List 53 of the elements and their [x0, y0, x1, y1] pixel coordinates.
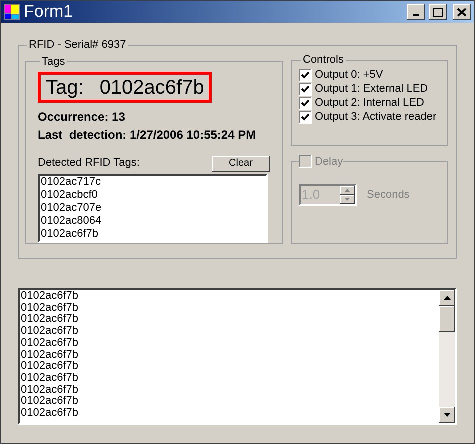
log-line: 0102ac6f7b [21, 338, 80, 350]
log-line: 0102ac6f7b [21, 350, 80, 361]
list-item[interactable]: 0102acbcf0 [41, 188, 265, 202]
minimize-icon [413, 14, 419, 16]
list-item[interactable]: 0102ac6f7b [41, 228, 265, 240]
log-line: 0102ac6f7b [21, 384, 80, 396]
log-line: 0102ac6f7b [21, 408, 80, 420]
group-title: Controls [302, 54, 345, 66]
occurrence-text: Occurrence: 13 [38, 109, 126, 126]
down-arrow-icon [345, 198, 350, 201]
up-arrow-icon [444, 296, 450, 300]
log-line: 0102ac6f7b [21, 326, 80, 338]
log-line: 0102ac6f7b [21, 314, 80, 326]
clear-button[interactable]: Clear [212, 156, 270, 172]
app-icon [4, 4, 20, 20]
maximize-button[interactable] [429, 4, 447, 20]
log-line: 0102ac6f7b [21, 291, 80, 303]
checkbox-label: Output 0: +5V [315, 68, 384, 82]
checkbox-label: Output 1: External LED [315, 82, 428, 96]
detected-tags-label: Detected RFID Tags: [38, 156, 140, 171]
group-title: RFID - Serial# 6937 [28, 38, 128, 53]
log-line: 0102ac6f7b [21, 361, 80, 373]
last-detection-text: Last detection: 1/27/2006 10:55:24 PM [38, 127, 258, 144]
checkbox[interactable] [299, 68, 312, 82]
scroll-down-button[interactable] [439, 407, 455, 423]
group-title: Tags [41, 54, 66, 70]
list-item[interactable]: 0102ac717c [41, 176, 265, 188]
close-icon [457, 8, 467, 16]
list-item[interactable]: 0102ac707e [41, 202, 265, 214]
scroll-up-button[interactable] [439, 290, 455, 306]
log-box[interactable]: 0102ac6f7b 0102ac6f7b 0102ac6f7b 0102ac6f7b 0102ac6f7b 0102ac6f7b 0102ac6f7b 0102ac6f7b 0102ac6f7b 0102ac6f7b 0102ac6f7b [18, 288, 457, 425]
checkbox-label: Output 3: Activate reader [315, 110, 437, 124]
tags-list[interactable]: 0102ac717c 0102acbcf0 0102ac707e 0102ac8064 0102ac6f7b [38, 174, 268, 242]
unit-label: Seconds [367, 188, 410, 203]
list-item[interactable]: 0102ac8064 [41, 214, 265, 228]
scrollbar[interactable] [439, 290, 455, 423]
log-line: 0102ac6f7b [21, 372, 80, 385]
window-title: Form1 [24, 1, 74, 24]
checkbox[interactable] [299, 110, 312, 124]
down-arrow-icon [444, 413, 450, 417]
minimize-button[interactable] [407, 4, 425, 20]
scroll-thumb[interactable] [439, 306, 455, 332]
checkbox-label: Output 2: Internal LED [315, 96, 424, 110]
up-arrow-icon [345, 189, 350, 192]
close-button[interactable] [453, 4, 471, 20]
log-line: 0102ac6f7b [21, 302, 80, 314]
checkbox[interactable] [299, 82, 312, 96]
tag-label: Tag: [46, 76, 84, 100]
checkbox-label: Delay [315, 154, 344, 170]
checkbox[interactable] [299, 96, 312, 110]
tag-value: 0102ac6f7b [100, 76, 204, 100]
maximize-icon [433, 8, 443, 16]
log-line: 0102ac6f7b [21, 396, 80, 408]
